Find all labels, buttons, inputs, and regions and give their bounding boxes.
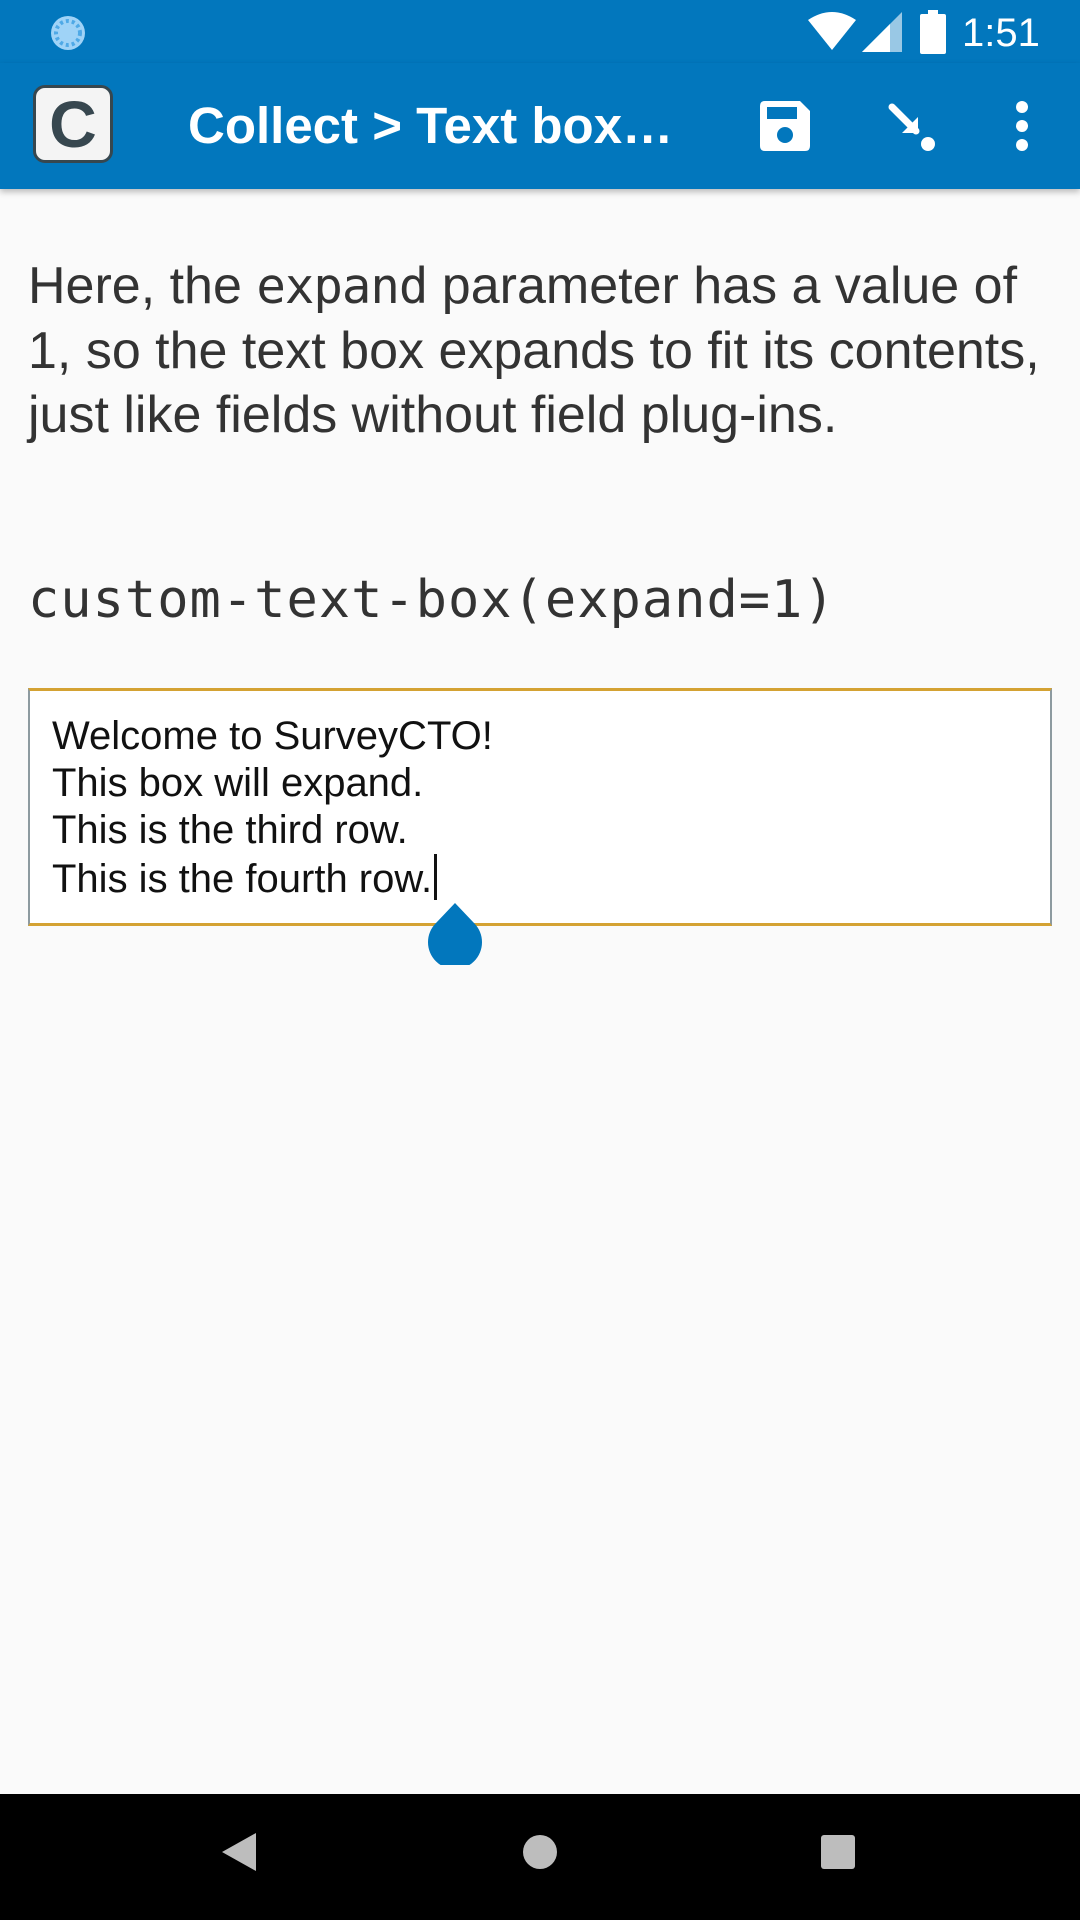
app-bar: C Collect > Text box… — [0, 63, 1080, 189]
answer-line-text: This is the fourth row. — [52, 857, 433, 901]
app-title: Collect > Text box… — [188, 97, 674, 154]
more-vert-icon[interactable] — [1010, 101, 1034, 151]
back-icon[interactable] — [222, 1833, 256, 1871]
cursor-handle-icon[interactable] — [428, 903, 482, 965]
answer-line: Welcome to SurveyCTO! — [52, 714, 493, 758]
signal-icon — [862, 12, 902, 52]
recents-icon[interactable] — [821, 1835, 855, 1869]
appearance-hint: custom-text-box(expand=1) — [28, 570, 836, 630]
sync-icon — [51, 16, 85, 50]
wifi-icon — [808, 12, 856, 50]
text-cursor — [434, 854, 438, 900]
question-text-before: Here, the — [28, 257, 257, 315]
home-icon[interactable] — [522, 1834, 558, 1870]
battery-icon — [920, 10, 946, 54]
status-bar: 1:51 — [0, 0, 1080, 63]
answer-textbox[interactable]: Welcome to SurveyCTO! This box will expa… — [28, 688, 1052, 926]
answer-line: This box will expand. — [52, 761, 424, 805]
status-time: 1:51 — [962, 11, 1040, 55]
question-area: Here, the expand parameter has a value o… — [28, 254, 1052, 447]
app-logo: C — [33, 85, 113, 163]
jump-to-icon[interactable] — [888, 103, 938, 153]
system-nav-bar — [0, 1794, 1080, 1920]
answer-line: This is the third row. — [52, 808, 408, 852]
question-code-word: expand — [256, 258, 428, 315]
save-icon[interactable] — [760, 101, 810, 151]
answer-line-last: This is the fourth row. — [52, 854, 1030, 903]
question-label: Here, the expand parameter has a value o… — [28, 254, 1052, 447]
